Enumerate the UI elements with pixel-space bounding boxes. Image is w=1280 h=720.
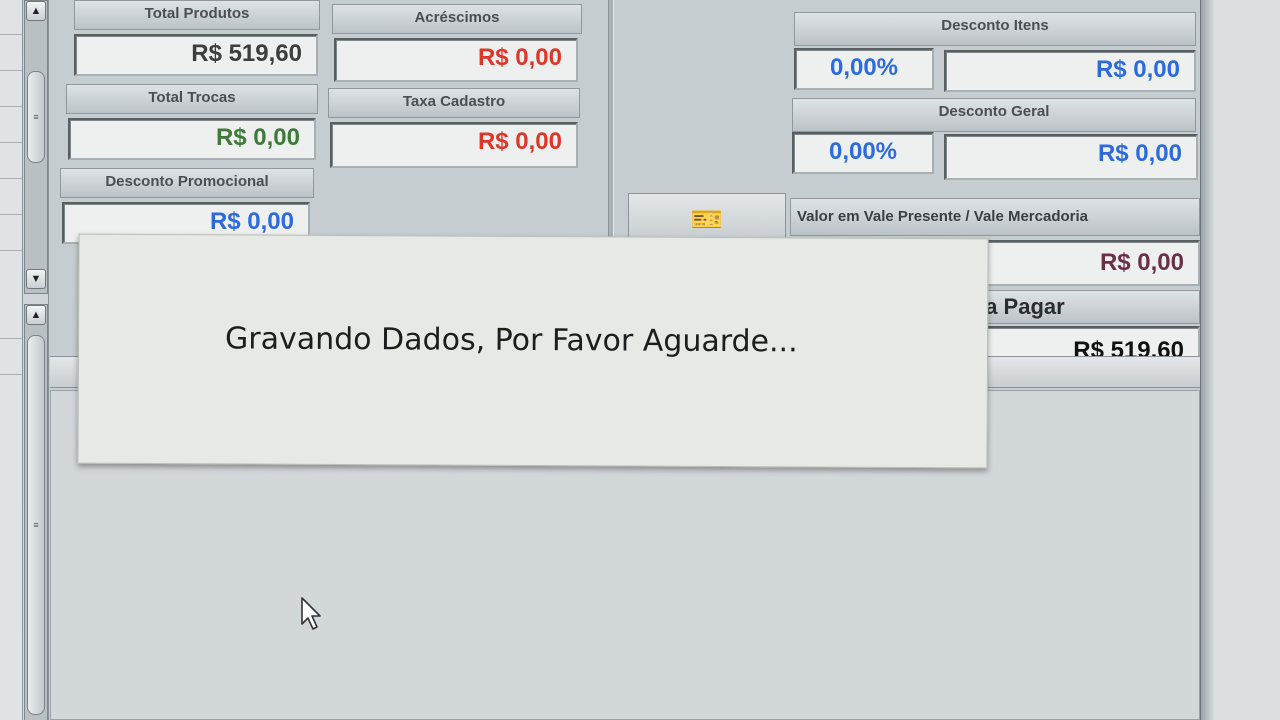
desconto-geral-label: Desconto Geral: [792, 98, 1196, 132]
scroll-thumb[interactable]: ≡: [27, 71, 45, 163]
saving-dialog: Gravando Dados, Por Favor Aguarde...: [77, 233, 989, 469]
panel-divider: [608, 0, 614, 244]
acrescimos-value: R$ 0,00: [334, 38, 578, 82]
scroll-up-icon[interactable]: ▲: [26, 305, 46, 325]
mouse-cursor-icon: [301, 597, 321, 630]
desconto-itens-percent[interactable]: 0,00%: [794, 48, 934, 90]
upper-scrollbar[interactable]: ▲ ≡ ▼: [24, 0, 48, 294]
taxa-cadastro-value: R$ 0,00: [330, 122, 578, 168]
desconto-itens-value[interactable]: R$ 0,00: [944, 50, 1196, 92]
vale-label: Valor em Vale Presente / Vale Mercadoria: [790, 198, 1200, 236]
desconto-geral-percent[interactable]: 0,00%: [792, 132, 934, 174]
pos-payment-screen: ▲ ≡ ▼ ▲ ≡ Total Produtos R$ 519,60 Total…: [0, 0, 1280, 720]
lower-scrollbar[interactable]: ▲ ≡: [24, 304, 48, 720]
total-produtos-value: R$ 519,60: [74, 34, 318, 76]
scroll-thumb[interactable]: ≡: [27, 335, 45, 715]
total-trocas-label: Total Trocas: [66, 84, 318, 114]
acrescimos-label: Acréscimos: [332, 4, 582, 34]
total-trocas-value: R$ 0,00: [68, 118, 316, 160]
gift-card-icon: 🎫: [690, 203, 724, 234]
monitor-bezel: [1214, 0, 1280, 720]
left-grid-strip: [0, 0, 23, 720]
saving-message: Gravando Dados, Por Favor Aguarde...: [224, 321, 798, 360]
scroll-down-icon[interactable]: ▼: [26, 269, 46, 289]
scroll-up-icon[interactable]: ▲: [26, 1, 46, 21]
taxa-cadastro-label: Taxa Cadastro: [328, 88, 580, 118]
desconto-promocional-label: Desconto Promocional: [60, 168, 314, 198]
desconto-itens-label: Desconto Itens: [794, 12, 1196, 46]
total-produtos-label: Total Produtos: [74, 0, 320, 30]
window-frame: [1200, 0, 1215, 720]
desconto-geral-value[interactable]: R$ 0,00: [944, 134, 1198, 180]
